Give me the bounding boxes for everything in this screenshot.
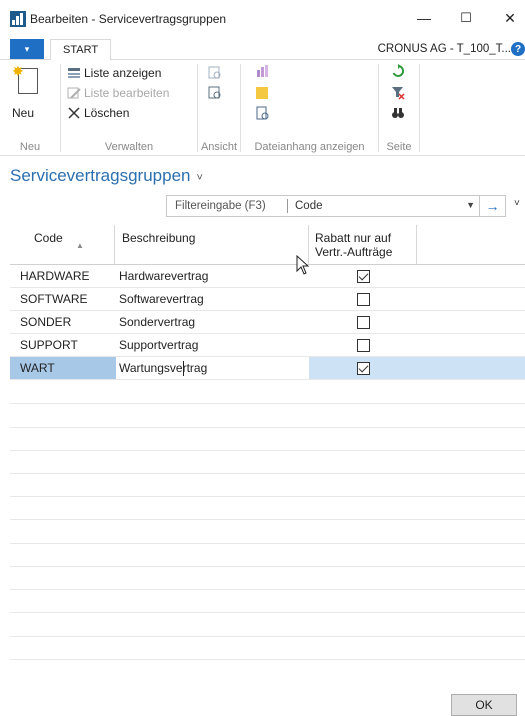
file-menu-button[interactable]: ▾	[10, 39, 44, 59]
discount-checkbox[interactable]	[356, 315, 370, 329]
cell-discount	[309, 311, 417, 333]
cell-discount	[309, 288, 417, 310]
filter-field-select[interactable]: Code	[295, 200, 323, 212]
group-label-verwalten: Verwalten	[104, 141, 154, 153]
page-title-text: Servicevertragsgruppen	[10, 166, 191, 185]
minimize-button[interactable]: —	[404, 6, 444, 30]
delete-button[interactable]: Löschen	[67, 106, 129, 120]
find-binoculars-icon[interactable]	[391, 106, 405, 120]
group-label-ansicht: Ansicht	[200, 141, 238, 153]
cell-discount	[309, 265, 417, 287]
cell-code[interactable]: SONDER	[10, 311, 116, 333]
edit-list-label: Liste bearbeiten	[84, 86, 170, 100]
view-list-icon[interactable]	[208, 86, 222, 100]
mouse-cursor-icon	[296, 255, 310, 275]
ribbon-group-neu: ✸ Neu Neu	[0, 60, 60, 156]
text-caret	[183, 361, 184, 376]
workflow-icon[interactable]	[255, 64, 269, 78]
discount-checkbox[interactable]	[356, 338, 370, 352]
view-disabled-icon[interactable]	[208, 66, 222, 80]
cell-code[interactable]: WART	[10, 357, 116, 379]
clear-filter-icon[interactable]	[391, 86, 405, 100]
cell-code[interactable]: SOFTWARE	[10, 288, 116, 310]
cell-code[interactable]: SUPPORT	[10, 334, 116, 356]
window-title: Bearbeiten - Servicevertragsgruppen	[30, 12, 227, 26]
sort-ascending-icon[interactable]: ▲	[76, 241, 84, 250]
attachment-icon[interactable]	[255, 106, 269, 120]
refresh-icon[interactable]	[391, 64, 405, 78]
table-row[interactable]: SOFTWARE Softwarevertrag	[10, 288, 525, 311]
discount-checkbox[interactable]	[356, 361, 370, 375]
ribbon: ✸ Neu Neu Liste anzeigen Liste bearbeite…	[0, 60, 525, 156]
column-header-description[interactable]: Beschreibung	[116, 225, 306, 265]
cell-code[interactable]: HARDWARE	[10, 265, 116, 287]
delete-label: Löschen	[84, 106, 130, 120]
ribbon-group-dateianhang: Dateianhang anzeigen	[241, 60, 378, 156]
cell-description-editing[interactable]: Wartungsvertrag	[116, 357, 309, 379]
company-name[interactable]: CRONUS AG - T_100_T...	[378, 43, 511, 55]
help-icon[interactable]: ?	[511, 42, 525, 56]
group-label-dateianhang: Dateianhang anzeigen	[254, 141, 365, 153]
grid-header: Code ▲ Beschreibung Rabatt nur auf Vertr.…	[10, 225, 525, 265]
column-header-code[interactable]: Code	[28, 225, 116, 265]
app-logo-icon	[10, 11, 26, 27]
collapse-chevron-icon[interactable]: ˅	[514, 198, 520, 209]
list-icon	[67, 66, 81, 80]
edit-list-button[interactable]: Liste bearbeiten	[67, 86, 169, 100]
tab-start[interactable]: START	[50, 39, 112, 61]
show-list-label: Liste anzeigen	[84, 66, 162, 80]
apply-filter-arrow-icon[interactable]: →	[479, 196, 505, 216]
ribbon-group-seite: Seite	[379, 60, 419, 156]
delete-x-icon	[67, 106, 81, 120]
title-bar: Bearbeiten - Servicevertragsgruppen — ☐ …	[0, 0, 525, 36]
show-list-button[interactable]: Liste anzeigen	[67, 66, 161, 80]
table-row-selected[interactable]: WART Wartungsvertrag	[10, 357, 525, 380]
page-title[interactable]: Servicevertragsgruppen ˅	[10, 166, 203, 186]
discount-checkbox[interactable]	[356, 269, 370, 283]
note-icon[interactable]	[255, 86, 269, 100]
cell-description[interactable]: Supportvertrag	[116, 334, 309, 356]
cell-discount	[309, 357, 417, 379]
cell-discount	[309, 334, 417, 356]
group-label-seite: Seite	[386, 141, 412, 153]
cell-description[interactable]: Softwarevertrag	[116, 288, 309, 310]
maximize-button[interactable]: ☐	[446, 6, 486, 30]
cell-description[interactable]: Hardwarevertrag	[116, 265, 309, 287]
new-document-icon[interactable]: ✸	[12, 64, 40, 100]
dropdown-arrow-icon[interactable]: ▼	[466, 200, 475, 210]
chevron-down-icon[interactable]: ˅	[196, 172, 202, 184]
table-row[interactable]: SONDER Sondervertrag	[10, 311, 525, 334]
table-row[interactable]: SUPPORT Supportvertrag	[10, 334, 525, 357]
ok-button[interactable]: OK	[451, 694, 517, 716]
close-button[interactable]: ✕	[490, 6, 525, 30]
ribbon-tab-bar: ▾ START CRONUS AG - T_100_T... ?	[0, 36, 525, 61]
ribbon-group-verwalten: Liste anzeigen Liste bearbeiten Löschen …	[61, 60, 197, 156]
column-header-discount[interactable]: Rabatt nur auf Vertr.-Aufträge	[309, 225, 417, 265]
group-label-neu: Neu	[19, 141, 41, 153]
discount-checkbox[interactable]	[356, 292, 370, 306]
filter-bar: Filtereingabe (F3) Code ▼ →	[166, 195, 506, 217]
ribbon-group-ansicht: Ansicht	[198, 60, 240, 156]
filter-input[interactable]: Filtereingabe (F3)	[175, 200, 266, 212]
new-button[interactable]: Neu	[12, 106, 34, 120]
table-row[interactable]: HARDWARE Hardwarevertrag	[10, 265, 525, 288]
edit-list-icon	[67, 86, 81, 100]
cell-description[interactable]: Sondervertrag	[116, 311, 309, 333]
